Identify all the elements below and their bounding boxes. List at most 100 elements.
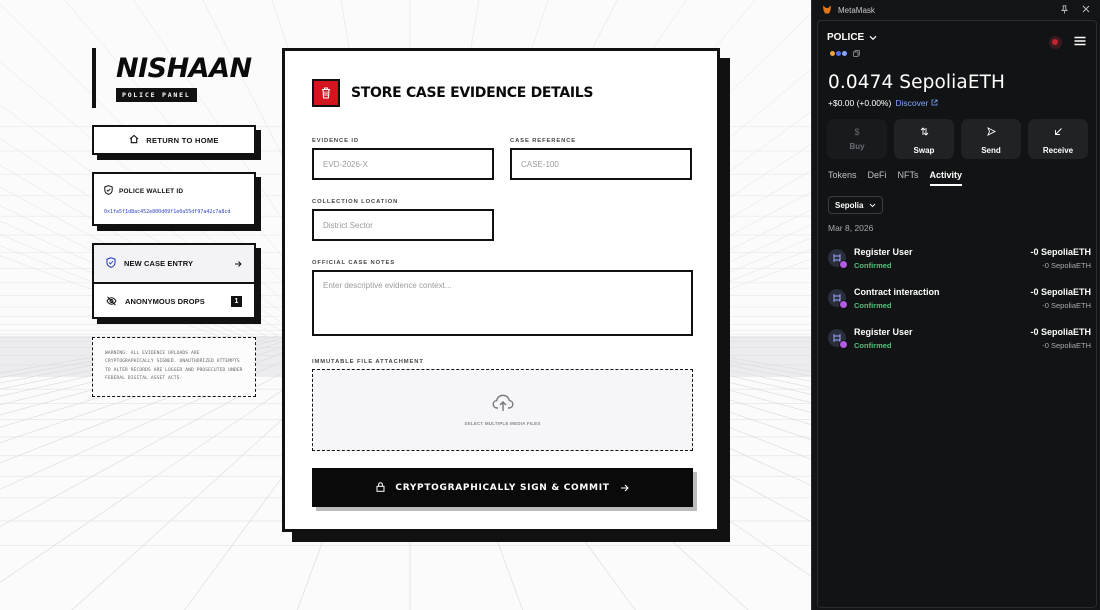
tab-nfts[interactable]: NFTs (898, 170, 919, 186)
account-name: POLICE (827, 31, 865, 43)
evidence-form-card: STORE CASE EVIDENCE DETAILS EVIDENCE ID … (282, 48, 720, 532)
contract-icon (828, 329, 848, 349)
case-reference-label: CASE REFERENCE (510, 138, 577, 144)
eye-off-icon (106, 293, 117, 311)
collection-location-input[interactable] (312, 209, 494, 241)
transaction-amount-sub: -0 SepoliaETH (1042, 301, 1091, 310)
drops-count-badge: 1 (231, 296, 242, 307)
file-dropzone[interactable]: SELECT MULTIPLE MEDIA FILES (312, 369, 693, 451)
form-title: STORE CASE EVIDENCE DETAILS (351, 85, 594, 101)
return-home-button[interactable]: RETURN TO HOME (92, 125, 256, 155)
network-dot (841, 49, 848, 57)
dropzone-caption: SELECT MULTIPLE MEDIA FILES (464, 421, 541, 426)
receive-icon (1054, 123, 1063, 141)
send-button[interactable]: Send (961, 119, 1021, 159)
swap-label: Swap (913, 146, 935, 155)
cloud-upload-icon (491, 394, 514, 417)
transaction-status: Confirmed (854, 341, 892, 350)
wallet-card: POLICE WALLET ID 0x1fa5f1d8ac452e800d09f… (92, 172, 256, 226)
network-filter-dropdown[interactable]: Sepolia (828, 196, 884, 214)
arrow-right-icon (234, 255, 242, 273)
transaction-amount: -0 SepoliaETH (1030, 327, 1091, 337)
chevron-down-icon (869, 28, 877, 46)
transaction-amount: -0 SepoliaETH (1030, 247, 1091, 257)
network-filter-label: Sepolia (835, 200, 864, 210)
tab-defi[interactable]: DeFi (868, 170, 887, 186)
transaction-row[interactable]: Register User Confirmed -0 SepoliaETH -0… (828, 247, 1091, 275)
hamburger-menu-icon[interactable] (1074, 33, 1086, 51)
panel-badge: POLICE PANEL (116, 88, 197, 102)
menu-item-label: NEW CASE ENTRY (124, 259, 194, 268)
menu-item-new-case[interactable]: NEW CASE ENTRY (94, 245, 254, 282)
home-icon (129, 131, 139, 149)
contract-icon (828, 249, 848, 269)
buy-button[interactable]: $ Buy (827, 119, 887, 159)
swap-button[interactable]: Swap (894, 119, 954, 159)
transaction-amount: -0 SepoliaETH (1030, 287, 1091, 297)
receive-button[interactable]: Receive (1028, 119, 1088, 159)
transaction-title: Register User (854, 327, 913, 337)
warning-text: WARNING: ALL EVIDENCE UPLOADS ARE CRYPTO… (105, 351, 243, 381)
transaction-status: Confirmed (854, 301, 892, 310)
metamask-titlebar: MetaMask (812, 0, 1100, 20)
shield-icon (104, 182, 113, 200)
network-avatars (829, 44, 860, 62)
brand-block: NISHAAN POLICE PANEL (92, 48, 252, 108)
form-header: STORE CASE EVIDENCE DETAILS (312, 79, 594, 107)
evidence-id-input[interactable] (312, 148, 494, 180)
pin-icon[interactable] (1061, 4, 1068, 16)
transaction-row[interactable]: Contract interaction Confirmed -0 Sepoli… (828, 287, 1091, 315)
trash-icon (312, 79, 340, 107)
shield-icon (106, 255, 116, 273)
lock-icon (376, 479, 385, 497)
swap-icon (920, 123, 929, 141)
case-reference-input[interactable] (510, 148, 692, 180)
sidebar-menu: NEW CASE ENTRY ANONYMOUS DROPS 1 (92, 243, 256, 319)
buy-label: Buy (849, 141, 865, 151)
file-attachment-label: IMMUTABLE FILE ATTACHMENT (312, 359, 424, 365)
balance-amount: 0.0474 SepoliaETH (828, 72, 1006, 93)
sign-commit-label: CRYPTOGRAPHICALLY SIGN & COMMIT (395, 482, 610, 493)
transaction-status: Confirmed (854, 261, 892, 270)
metamask-window: POLICE 0.0474 SepoliaETH +$0.00 (+0.00%)… (817, 20, 1097, 608)
transaction-amount-sub: -0 SepoliaETH (1042, 341, 1091, 350)
case-notes-label: OFFICIAL CASE NOTES (312, 260, 396, 266)
menu-item-anonymous-drops[interactable]: ANONYMOUS DROPS 1 (94, 282, 254, 319)
transaction-row[interactable]: Register User Confirmed -0 SepoliaETH -0… (828, 327, 1091, 355)
window-title: MetaMask (838, 5, 875, 15)
send-icon (986, 123, 996, 141)
tab-tokens[interactable]: Tokens (828, 170, 857, 186)
fiat-change: +$0.00 (+0.00%) (828, 98, 892, 108)
chevron-down-icon (869, 201, 876, 210)
receive-label: Receive (1042, 146, 1074, 155)
discover-label: Discover (895, 98, 929, 108)
header-actions (1049, 33, 1086, 51)
external-link-icon (931, 98, 938, 108)
brand-title: NISHAAN (116, 53, 252, 84)
warning-box: WARNING: ALL EVIDENCE UPLOADS ARE CRYPTO… (92, 337, 256, 397)
metamask-fox-icon (822, 5, 832, 16)
evidence-id-label: EVIDENCE ID (312, 138, 359, 144)
return-home-label: RETURN TO HOME (146, 135, 219, 145)
wallet-actions: $ Buy Swap Send Receive (827, 119, 1088, 159)
wallet-tabs: Tokens DeFi NFTs Activity (828, 170, 963, 186)
close-icon[interactable] (1082, 5, 1090, 15)
transaction-amount-sub: -0 SepoliaETH (1042, 261, 1091, 270)
activity-date: Mar 8, 2026 (828, 223, 874, 233)
copy-icon[interactable] (853, 44, 860, 62)
contract-icon (828, 289, 848, 309)
collection-location-label: COLLECTION LOCATION (312, 199, 399, 205)
case-notes-textarea[interactable] (312, 270, 693, 336)
transaction-title: Contract interaction (854, 287, 940, 297)
wallet-address: 0x1fa5f1d8ac452e800d09f1e0a55df97a42c7a8… (104, 209, 231, 215)
wallet-id-label: POLICE WALLET ID (119, 187, 184, 195)
dollar-icon: $ (854, 126, 860, 137)
account-avatar[interactable] (1049, 35, 1062, 49)
metamask-panel: MetaMask POLICE 0.0474 SepoliaETH +$0.00… (811, 0, 1100, 610)
balance-change: +$0.00 (+0.00%) Discover (828, 98, 938, 108)
sign-commit-button[interactable]: CRYPTOGRAPHICALLY SIGN & COMMIT (312, 468, 693, 507)
discover-link[interactable]: Discover (895, 98, 938, 108)
send-label: Send (981, 146, 1001, 155)
transaction-title: Register User (854, 247, 913, 257)
tab-activity[interactable]: Activity (929, 170, 963, 186)
